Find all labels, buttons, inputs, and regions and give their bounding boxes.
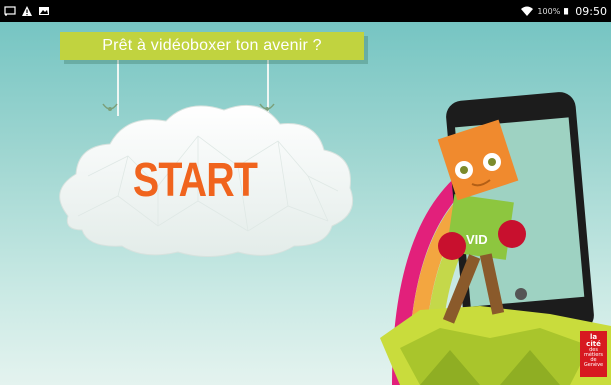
wifi-icon [521, 6, 534, 16]
mascot-shirt-text: VID [466, 232, 488, 247]
start-button[interactable]: START [133, 150, 258, 210]
image-icon [39, 7, 49, 15]
banner-title: Prêt à vidéoboxer ton avenir ? [102, 37, 322, 54]
status-bar: 100% 09:50 [0, 0, 611, 22]
cite-des-metiers-logo: la cité des métiers de Genève [580, 331, 607, 377]
status-time: 09:50 [575, 4, 607, 18]
status-bar-left [4, 5, 50, 17]
cast-icon [4, 6, 16, 16]
logo-line-3: de Genève [583, 357, 604, 368]
logo-line-1: la cité [586, 333, 601, 348]
battery-percent: 100% [537, 6, 561, 16]
status-bar-right: 100% 09:50 [521, 5, 607, 18]
battery-icon [564, 8, 569, 15]
warning-icon [22, 6, 32, 16]
title-banner: Prêt à vidéoboxer ton avenir ? [60, 32, 364, 60]
